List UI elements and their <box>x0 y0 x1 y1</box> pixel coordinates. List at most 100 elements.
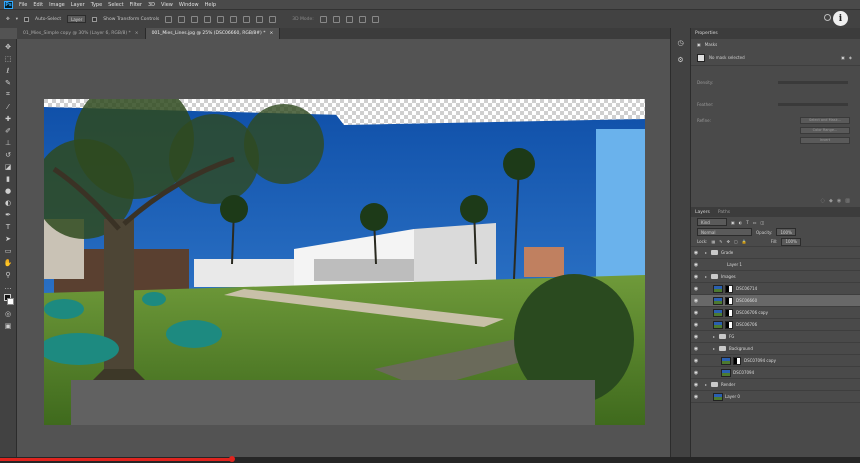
align-right-icon[interactable] <box>230 15 238 23</box>
invert-button[interactable]: Invert <box>800 136 850 144</box>
close-icon[interactable]: × <box>270 31 274 36</box>
visibility-eye-icon[interactable]: ◉ <box>691 286 701 292</box>
brush-tool-icon[interactable]: ✐ <box>4 126 13 135</box>
visibility-eye-icon[interactable]: ◉ <box>691 262 701 268</box>
apply-mask-icon[interactable]: ◆ <box>829 198 833 204</box>
close-icon[interactable]: × <box>135 31 139 36</box>
crop-tool-icon[interactable]: ⌗ <box>4 90 13 99</box>
layer-row[interactable]: ◉ DSC06660 <box>691 295 860 307</box>
tab-properties[interactable]: Properties <box>691 29 722 38</box>
layer-row[interactable]: ◉ DSC06706 copy <box>691 307 860 319</box>
blend-mode-select[interactable]: Normal <box>697 228 752 236</box>
pen-tool-icon[interactable]: ✒ <box>4 210 13 219</box>
tab-layers[interactable]: Layers <box>691 208 714 217</box>
move-tool-icon[interactable]: ✥ <box>6 17 10 22</box>
align-bottom-icon[interactable] <box>191 15 199 23</box>
blur-tool-icon[interactable]: ● <box>4 186 13 195</box>
search-icon[interactable] <box>824 14 831 21</box>
filter-smart-icon[interactable]: ◫ <box>761 220 765 225</box>
select-mask-button[interactable]: Select and Mask... <box>800 116 850 124</box>
3d-scale-icon[interactable] <box>371 15 379 23</box>
info-icon[interactable]: i <box>833 11 848 26</box>
menu-item-image[interactable]: Image <box>49 2 65 8</box>
dropdown-icon[interactable]: ▾ <box>16 17 18 22</box>
kind-filter[interactable]: Kind <box>697 218 727 226</box>
eyedropper-tool-icon[interactable]: ⁄ <box>4 102 13 111</box>
lock-brush-icon[interactable]: ✎ <box>719 239 722 244</box>
zoom-tool-icon[interactable]: ⚲ <box>4 270 13 279</box>
layer-row[interactable]: ◉ Layer 0 <box>691 391 860 403</box>
stamp-tool-icon[interactable]: ⊥ <box>4 138 13 147</box>
distribute-icon[interactable] <box>243 15 251 23</box>
auto-select-dropdown[interactable]: Layer <box>67 15 87 23</box>
visibility-eye-icon[interactable]: ◉ <box>691 298 701 304</box>
tab-mies-simple[interactable]: 01_Mies_Simple copy @ 30% (Layer 6, RGB/… <box>17 28 146 39</box>
quick-mask-icon[interactable]: ◎ <box>4 309 13 318</box>
shape-tool-icon[interactable]: ▭ <box>4 246 13 255</box>
align-left-icon[interactable] <box>204 15 212 23</box>
menu-item-file[interactable]: File <box>19 2 27 8</box>
gradient-tool-icon[interactable]: ▮ <box>4 174 13 183</box>
auto-select-checkbox[interactable] <box>24 16 30 22</box>
visibility-eye-icon[interactable]: ◉ <box>691 322 701 328</box>
layer-row[interactable]: ◉ ▸ Images <box>691 271 860 283</box>
layer-row[interactable]: ◉ ▸ Grade <box>691 247 860 259</box>
color-range-button[interactable]: Color Range... <box>800 126 850 134</box>
lock-move-icon[interactable]: ✥ <box>727 239 730 244</box>
visibility-eye-icon[interactable]: ◉ <box>691 394 701 400</box>
marquee-tool-icon[interactable]: ⬚ <box>4 54 13 63</box>
align-top-icon[interactable] <box>165 15 173 23</box>
filter-adjust-icon[interactable]: ◐ <box>739 220 743 225</box>
density-slider[interactable] <box>778 80 848 84</box>
filter-shape-icon[interactable]: ▭ <box>753 220 757 225</box>
layer-row[interactable]: ◉ DSC06714 <box>691 283 860 295</box>
trash-icon[interactable]: ▥ <box>845 198 850 204</box>
load-selection-icon[interactable]: ◌ <box>821 198 825 204</box>
distribute-h-icon[interactable] <box>256 15 264 23</box>
healing-tool-icon[interactable]: ✚ <box>4 114 13 123</box>
menu-item-edit[interactable]: Edit <box>33 2 43 8</box>
hand-tool-icon[interactable]: ✋ <box>4 258 13 267</box>
document-canvas[interactable] <box>44 99 645 425</box>
history-brush-icon[interactable]: ↺ <box>4 150 13 159</box>
opacity-input[interactable]: 100% <box>776 228 796 236</box>
visibility-eye-icon[interactable]: ◉ <box>691 250 701 256</box>
menu-item-help[interactable]: Help <box>205 2 216 8</box>
dodge-tool-icon[interactable]: ◐ <box>4 198 13 207</box>
visibility-eye-icon[interactable]: ◉ <box>691 346 701 352</box>
layer-mask-thumbnail[interactable] <box>725 296 733 305</box>
visibility-icon[interactable]: ◉ <box>837 198 841 204</box>
layer-mask-thumbnail[interactable] <box>725 284 733 293</box>
visibility-eye-icon[interactable]: ◉ <box>691 370 701 376</box>
lasso-tool-icon[interactable]: ℓ <box>4 66 13 75</box>
menu-item-view[interactable]: View <box>161 2 173 8</box>
path-select-icon[interactable]: ➤ <box>4 234 13 243</box>
layer-mask-thumbnail[interactable] <box>733 356 741 365</box>
3d-pan-icon[interactable] <box>345 15 353 23</box>
pixel-mask-icon[interactable]: ▣ <box>697 42 701 47</box>
visibility-eye-icon[interactable]: ◉ <box>691 310 701 316</box>
color-swatches-icon[interactable] <box>3 294 14 306</box>
layer-row[interactable]: ◉ ▸ Render <box>691 379 860 391</box>
screen-mode-icon[interactable]: ▣ <box>4 321 13 330</box>
3d-orbit-icon[interactable] <box>319 15 327 23</box>
visibility-eye-icon[interactable]: ◉ <box>691 358 701 364</box>
visibility-eye-icon[interactable]: ◉ <box>691 274 701 280</box>
add-pixel-mask-icon[interactable]: ▣ <box>841 55 845 60</box>
menu-item-window[interactable]: Window <box>179 2 199 8</box>
auto-align-icon[interactable] <box>269 15 277 23</box>
3d-slide-icon[interactable] <box>358 15 366 23</box>
lock-all-icon[interactable]: 🔒 <box>742 239 747 244</box>
menu-item-3d[interactable]: 3D <box>148 2 155 8</box>
filter-type-icon[interactable]: T <box>746 220 748 225</box>
tab-mies-lines[interactable]: 001_Mies_Lines.jpg @ 25% (DSC06660, RGB/… <box>145 28 281 39</box>
lock-pixels-icon[interactable]: ▦ <box>711 239 715 244</box>
align-middle-icon[interactable] <box>178 15 186 23</box>
menu-item-layer[interactable]: Layer <box>71 2 85 8</box>
visibility-eye-icon[interactable]: ◉ <box>691 382 701 388</box>
layer-row[interactable]: ◉ ▸ Background <box>691 343 860 355</box>
menu-item-type[interactable]: Type <box>91 2 102 8</box>
3d-roll-icon[interactable] <box>332 15 340 23</box>
move-tool-icon[interactable]: ✥ <box>4 42 13 51</box>
fill-input[interactable]: 100% <box>781 237 801 246</box>
